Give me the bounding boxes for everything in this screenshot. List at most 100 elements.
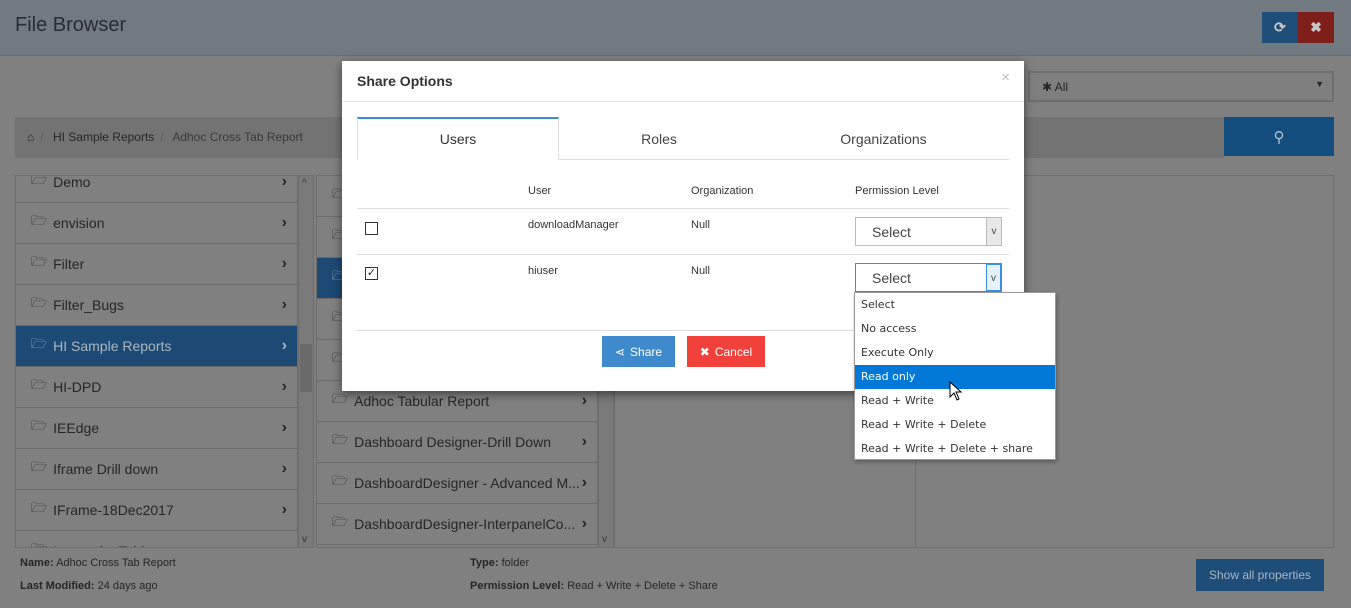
permission-value: Select — [872, 270, 911, 286]
chevron-right-icon: › — [281, 419, 287, 436]
subfolder-item[interactable]: 🗁 DashboardDesigner - Advanced M... › — [317, 463, 597, 504]
user-name: hiuser — [528, 265, 558, 277]
subfolder-item[interactable]: 🗁 Dashboard Designer-Drill Down › — [317, 422, 597, 463]
folder-name: IEEdge — [53, 420, 100, 436]
type-value: folder — [501, 557, 530, 569]
folder-name: DashboardDesigner - Advanced M... — [354, 475, 580, 491]
dropdown-option[interactable]: Read + Write + Delete — [855, 413, 1055, 437]
folder-name: DashboardDesigner-InterpanelCo... — [354, 516, 576, 532]
folder-icon: 🗁 — [332, 432, 349, 447]
folder-icon: 🗁 — [31, 377, 48, 392]
chevron-right-icon: › — [281, 214, 287, 231]
column-organization: Organization — [691, 185, 754, 197]
modified-label: Last Modified: — [20, 580, 95, 592]
chevron-right-icon: › — [281, 255, 287, 272]
folder-name: Dashboard Designer-Drill Down — [354, 434, 551, 450]
tab-users[interactable]: Users — [357, 117, 559, 160]
folder-item[interactable]: 🗁 HI-DPD › — [16, 367, 297, 408]
filter-value: ✱ All — [1042, 80, 1069, 94]
folder-name: HI-DPD — [53, 379, 102, 395]
row-checkbox[interactable] — [365, 222, 378, 235]
folder-item[interactable]: 🗁 IFrame-18Dec2017 › — [16, 490, 297, 531]
name-label: Name: — [20, 557, 54, 569]
search-button[interactable]: ⚲ — [1224, 117, 1334, 156]
close-icon: ✖ — [699, 344, 710, 359]
column-user: User — [528, 185, 552, 197]
chevron-right-icon: › — [281, 175, 287, 190]
tab-roles[interactable]: Roles — [559, 117, 759, 160]
user-name: downloadManager — [528, 219, 619, 231]
folder-name: Adhoc Tabular Report — [354, 393, 490, 409]
folder-icon: 🗁 — [31, 175, 48, 187]
show-all-properties-button[interactable]: Show all properties — [1196, 559, 1324, 591]
row-checkbox-checked[interactable]: ✓ — [365, 267, 378, 280]
folder-icon: 🗁 — [332, 514, 349, 529]
app-header: File Browser ⟳ ✖ — [0, 0, 1351, 56]
type-label: Type: — [470, 557, 499, 569]
user-organization: Null — [691, 219, 710, 231]
folder-icon: 🗁 — [332, 473, 349, 488]
chevron-right-icon: › — [281, 378, 287, 395]
folder-name: envision — [53, 215, 105, 231]
folder-item[interactable]: 🗁 Filter › — [16, 244, 297, 285]
permission-select[interactable]: Select v — [855, 263, 1002, 292]
permission-select[interactable]: Select v — [855, 217, 1002, 246]
refresh-button[interactable]: ⟳ — [1262, 12, 1298, 43]
folder-icon: 🗁 — [31, 459, 48, 474]
folder-name: IFrame-18Dec2017 — [53, 502, 174, 518]
dropdown-option[interactable]: Read + Write + Delete + share — [855, 437, 1055, 461]
folder-name: Iframe Drill down — [53, 461, 159, 477]
folder-icon: 🗁 — [31, 213, 48, 228]
close-button[interactable]: ✖ — [1298, 12, 1334, 43]
folder-item[interactable]: 🗁 Iframe Drill down › — [16, 449, 297, 490]
chevron-down-icon: v — [986, 264, 1001, 291]
folder-name: Filter_Bugs — [53, 297, 124, 313]
folder-item[interactable]: 🗁 IEEdge › — [16, 408, 297, 449]
filter-select[interactable]: ✱ All ▼ — [1028, 71, 1334, 102]
folder-item[interactable]: 🗁 HI Sample Reports › — [16, 326, 297, 367]
permission-value: Select — [872, 224, 911, 240]
column-permission: Permission Level — [855, 185, 939, 197]
folder-name: HI Sample Reports — [53, 338, 172, 354]
cancel-button[interactable]: ✖ Cancel — [687, 336, 765, 367]
chevron-right-icon: › — [281, 460, 287, 477]
share-button[interactable]: ⋖ Share — [602, 336, 675, 367]
share-icon: ⋖ — [614, 344, 626, 359]
share-tabs: Users Roles Organizations — [357, 117, 1009, 160]
dropdown-option[interactable]: Select — [855, 293, 1055, 317]
chevron-right-icon: › — [281, 337, 287, 354]
home-icon[interactable]: ⌂ — [27, 130, 34, 144]
folder-list-scrollbar[interactable]: ^ v — [298, 175, 314, 548]
tab-organizations[interactable]: Organizations — [787, 117, 980, 160]
share-label: Share — [630, 344, 663, 359]
modal-close-button[interactable]: × — [1001, 69, 1010, 86]
folder-item[interactable]: 🗁Image_in_Table› — [16, 531, 297, 547]
cancel-label: Cancel — [714, 344, 753, 359]
chevron-right-icon: › — [281, 296, 287, 313]
folder-item[interactable]: 🗁 envision › — [16, 203, 297, 244]
close-icon: ✖ — [1310, 19, 1322, 35]
permission-value: Read + Write + Delete + Share — [567, 580, 718, 592]
folder-icon: 🗁 — [31, 336, 48, 351]
modal-title: Share Options — [357, 73, 453, 89]
folder-item[interactable]: 🗁 Filter_Bugs › — [16, 285, 297, 326]
search-icon: ⚲ — [1273, 128, 1285, 146]
breadcrumb-current: Adhoc Cross Tab Report — [172, 130, 303, 144]
folder-icon: 🗁 — [332, 391, 349, 406]
permission-dropdown: Select No access Execute Only Read only Read… — [854, 292, 1056, 460]
subfolder-item[interactable]: 🗁 DashboardDesigner-InterpanelCo... › — [317, 504, 597, 545]
chevron-right-icon: › — [581, 474, 587, 491]
chevron-right-icon: › — [581, 433, 587, 450]
dropdown-option[interactable]: Execute Only — [855, 341, 1055, 365]
page-title: File Browser — [15, 14, 127, 36]
modified-value: 24 days ago — [97, 580, 158, 592]
folder-item[interactable]: 🗁 Demo › — [16, 175, 297, 203]
properties-footer: Name: Adhoc Cross Tab Report Last Modifi… — [0, 548, 1351, 608]
folder-icon: 🗁 — [31, 540, 47, 547]
folder-name: Filter — [53, 256, 85, 272]
dropdown-option[interactable]: No access — [855, 317, 1055, 341]
chevron-down-icon: v — [986, 218, 1001, 245]
permission-label: Permission Level: — [470, 580, 565, 592]
breadcrumb-item[interactable]: HI Sample Reports — [53, 130, 154, 144]
folder-list: 🗁 Demo › 🗁 envision › 🗁 Filter › 🗁 Filter_Bugs › 🗁 HI… — [15, 175, 298, 548]
